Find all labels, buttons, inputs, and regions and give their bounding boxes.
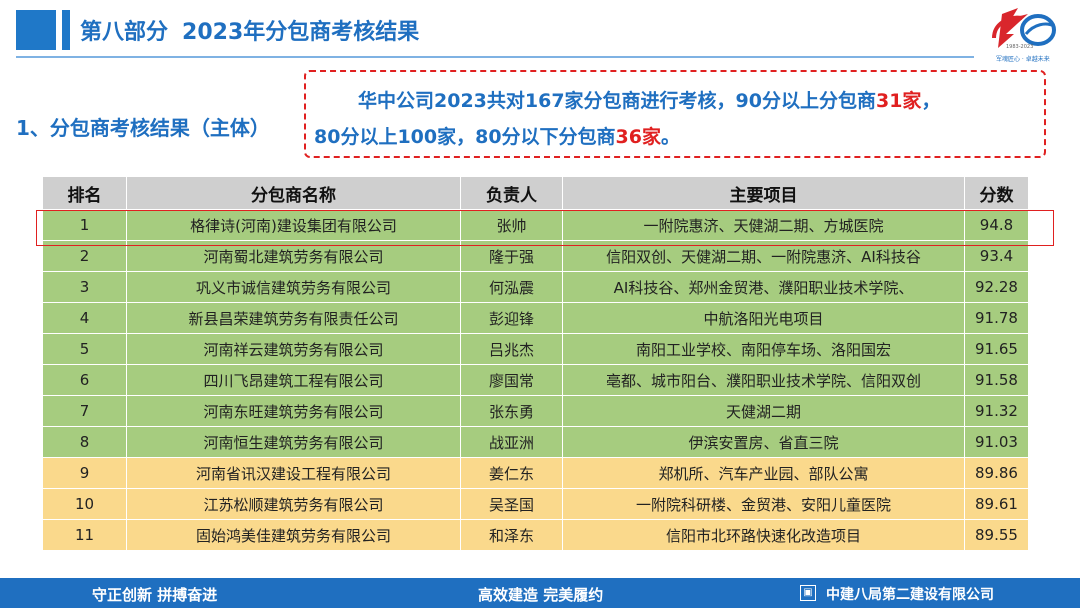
cell-name: 巩义市诚信建筑劳务有限公司 [126, 271, 461, 303]
cell-score: 92.28 [964, 271, 1029, 303]
section-subtitle: 1、分包商考核结果（主体） [16, 116, 270, 140]
cell-rank: 10 [42, 488, 127, 520]
cell-projects: 中航洛阳光电项目 [562, 302, 965, 334]
cell-manager: 战亚洲 [460, 426, 563, 458]
header-square-icon [16, 10, 56, 50]
summary-line-1: 华中公司2023共对167家分包商进行考核，90分以上分包商31家， [358, 86, 940, 113]
top-row-highlight-box [36, 210, 1054, 246]
cell-projects: 郑机所、汽车产业园、部队公寓 [562, 457, 965, 489]
cell-name: 河南恒生建筑劳务有限公司 [126, 426, 461, 458]
cell-rank: 4 [42, 302, 127, 334]
cell-rank: 9 [42, 457, 127, 489]
cell-manager: 张东勇 [460, 395, 563, 427]
cell-name: 固始鸿美佳建筑劳务有限公司 [126, 519, 461, 551]
cell-name: 四川飞昂建筑工程有限公司 [126, 364, 461, 396]
cell-projects: AI科技谷、郑州金贸港、濮阳职业技术学院、 [562, 271, 965, 303]
cell-name: 河南东旺建筑劳务有限公司 [126, 395, 461, 427]
summary-text: ， [921, 90, 941, 112]
cell-name: 江苏松顺建筑劳务有限公司 [126, 488, 461, 520]
summary-text: 华中公司2023共对167家分包商进行考核，90分以上分包商 [358, 90, 876, 112]
cell-score: 89.86 [964, 457, 1029, 489]
summary-callout: 华中公司2023共对167家分包商进行考核，90分以上分包商31家， 80分以上… [304, 70, 1046, 158]
cell-projects: 天健湖二期 [562, 395, 965, 427]
table-row: 6 四川飞昂建筑工程有限公司 廖国常 亳都、城市阳台、濮阳职业技术学院、信阳双创 91.… [42, 364, 1029, 396]
cell-manager: 吴圣国 [460, 488, 563, 520]
cell-score: 91.58 [964, 364, 1029, 396]
logo-years: 1983-2023 [1006, 44, 1034, 50]
summary-count-highlight: 36家 [615, 126, 661, 148]
page-title: 第八部分 2023年分包商考核结果 [80, 14, 433, 46]
cell-projects: 伊滨安置房、省直三院 [562, 426, 965, 458]
cell-score: 91.78 [964, 302, 1029, 334]
table-row: 11 固始鸿美佳建筑劳务有限公司 和泽东 信阳市北环路快速化改造项目 89.55 [42, 519, 1029, 551]
summary-count-highlight: 31家 [875, 90, 922, 112]
cell-manager: 廖国常 [460, 364, 563, 396]
cell-rank: 11 [42, 519, 127, 551]
col-header-score: 分数 [964, 176, 1029, 210]
cell-projects: 亳都、城市阳台、濮阳职业技术学院、信阳双创 [562, 364, 965, 396]
table-row: 7 河南东旺建筑劳务有限公司 张东勇 天健湖二期 91.32 [42, 395, 1029, 427]
header-bar: 第八部分 2023年分包商考核结果 1983-2023 军魂匠心 · 卓越未来 [0, 0, 1080, 76]
col-header-projects: 主要项目 [562, 176, 965, 210]
table-row: 5 河南祥云建筑劳务有限公司 吕兆杰 南阳工业学校、南阳停车场、洛阳国宏 91.65 [42, 333, 1029, 365]
col-header-name: 分包商名称 [126, 176, 461, 210]
cell-manager: 彭迎锋 [460, 302, 563, 334]
cell-projects: 信阳市北环路快速化改造项目 [562, 519, 965, 551]
title-text: 2023年分包商考核结果 [182, 20, 420, 45]
footer-slogan-left: 守正创新 拼搏奋进 [92, 586, 218, 604]
cell-rank: 3 [42, 271, 127, 303]
cell-manager: 何泓震 [460, 271, 563, 303]
cell-rank: 7 [42, 395, 127, 427]
cell-projects: 一附院科研楼、金贸港、安阳儿童医院 [562, 488, 965, 520]
cell-rank: 6 [42, 364, 127, 396]
col-header-manager: 负责人 [460, 176, 563, 210]
logo-slogan: 军魂匠心 · 卓越未来 [996, 56, 1050, 63]
cell-name: 新县昌荣建筑劳务有限责任公司 [126, 302, 461, 334]
summary-line-2: 80分以上100家，80分以下分包商36家。 [314, 122, 680, 149]
summary-text: 80分以上100家，80分以下分包商 [314, 126, 616, 148]
cell-rank: 8 [42, 426, 127, 458]
cell-projects: 南阳工业学校、南阳停车场、洛阳国宏 [562, 333, 965, 365]
table-row: 3 巩义市诚信建筑劳务有限公司 何泓震 AI科技谷、郑州金贸港、濮阳职业技术学院、 92… [42, 271, 1029, 303]
company-logo-icon: ▣ [800, 585, 816, 601]
col-header-rank: 排名 [42, 176, 127, 210]
cell-score: 89.55 [964, 519, 1029, 551]
cell-score: 91.03 [964, 426, 1029, 458]
cell-rank: 5 [42, 333, 127, 365]
cell-name: 河南省讯汉建设工程有限公司 [126, 457, 461, 489]
table-row: 8 河南恒生建筑劳务有限公司 战亚洲 伊滨安置房、省直三院 91.03 [42, 426, 1029, 458]
footer-bar: 守正创新 拼搏奋进 高效建造 完美履约 ▣ 中建八局第二建设有限公司 [0, 578, 1080, 608]
cell-manager: 吕兆杰 [460, 333, 563, 365]
cell-score: 91.65 [964, 333, 1029, 365]
cell-score: 89.61 [964, 488, 1029, 520]
cell-name: 河南祥云建筑劳务有限公司 [126, 333, 461, 365]
table-row: 4 新县昌荣建筑劳务有限责任公司 彭迎锋 中航洛阳光电项目 91.78 [42, 302, 1029, 334]
cell-score: 91.32 [964, 395, 1029, 427]
cell-manager: 姜仁东 [460, 457, 563, 489]
table-row: 10 江苏松顺建筑劳务有限公司 吴圣国 一附院科研楼、金贸港、安阳儿童医院 89.61 [42, 488, 1029, 520]
section-label: 第八部分 [80, 20, 169, 45]
table-header-row: 排名 分包商名称 负责人 主要项目 分数 [42, 176, 1029, 210]
footer-slogan-center: 高效建造 完美履约 [478, 586, 604, 604]
header-divider [16, 56, 974, 58]
footer-company-name: 中建八局第二建设有限公司 [826, 587, 994, 603]
cell-manager: 和泽东 [460, 519, 563, 551]
summary-text: 。 [661, 126, 681, 148]
header-bar-icon [62, 10, 70, 50]
table-row: 9 河南省讯汉建设工程有限公司 姜仁东 郑机所、汽车产业园、部队公寓 89.86 [42, 457, 1029, 489]
